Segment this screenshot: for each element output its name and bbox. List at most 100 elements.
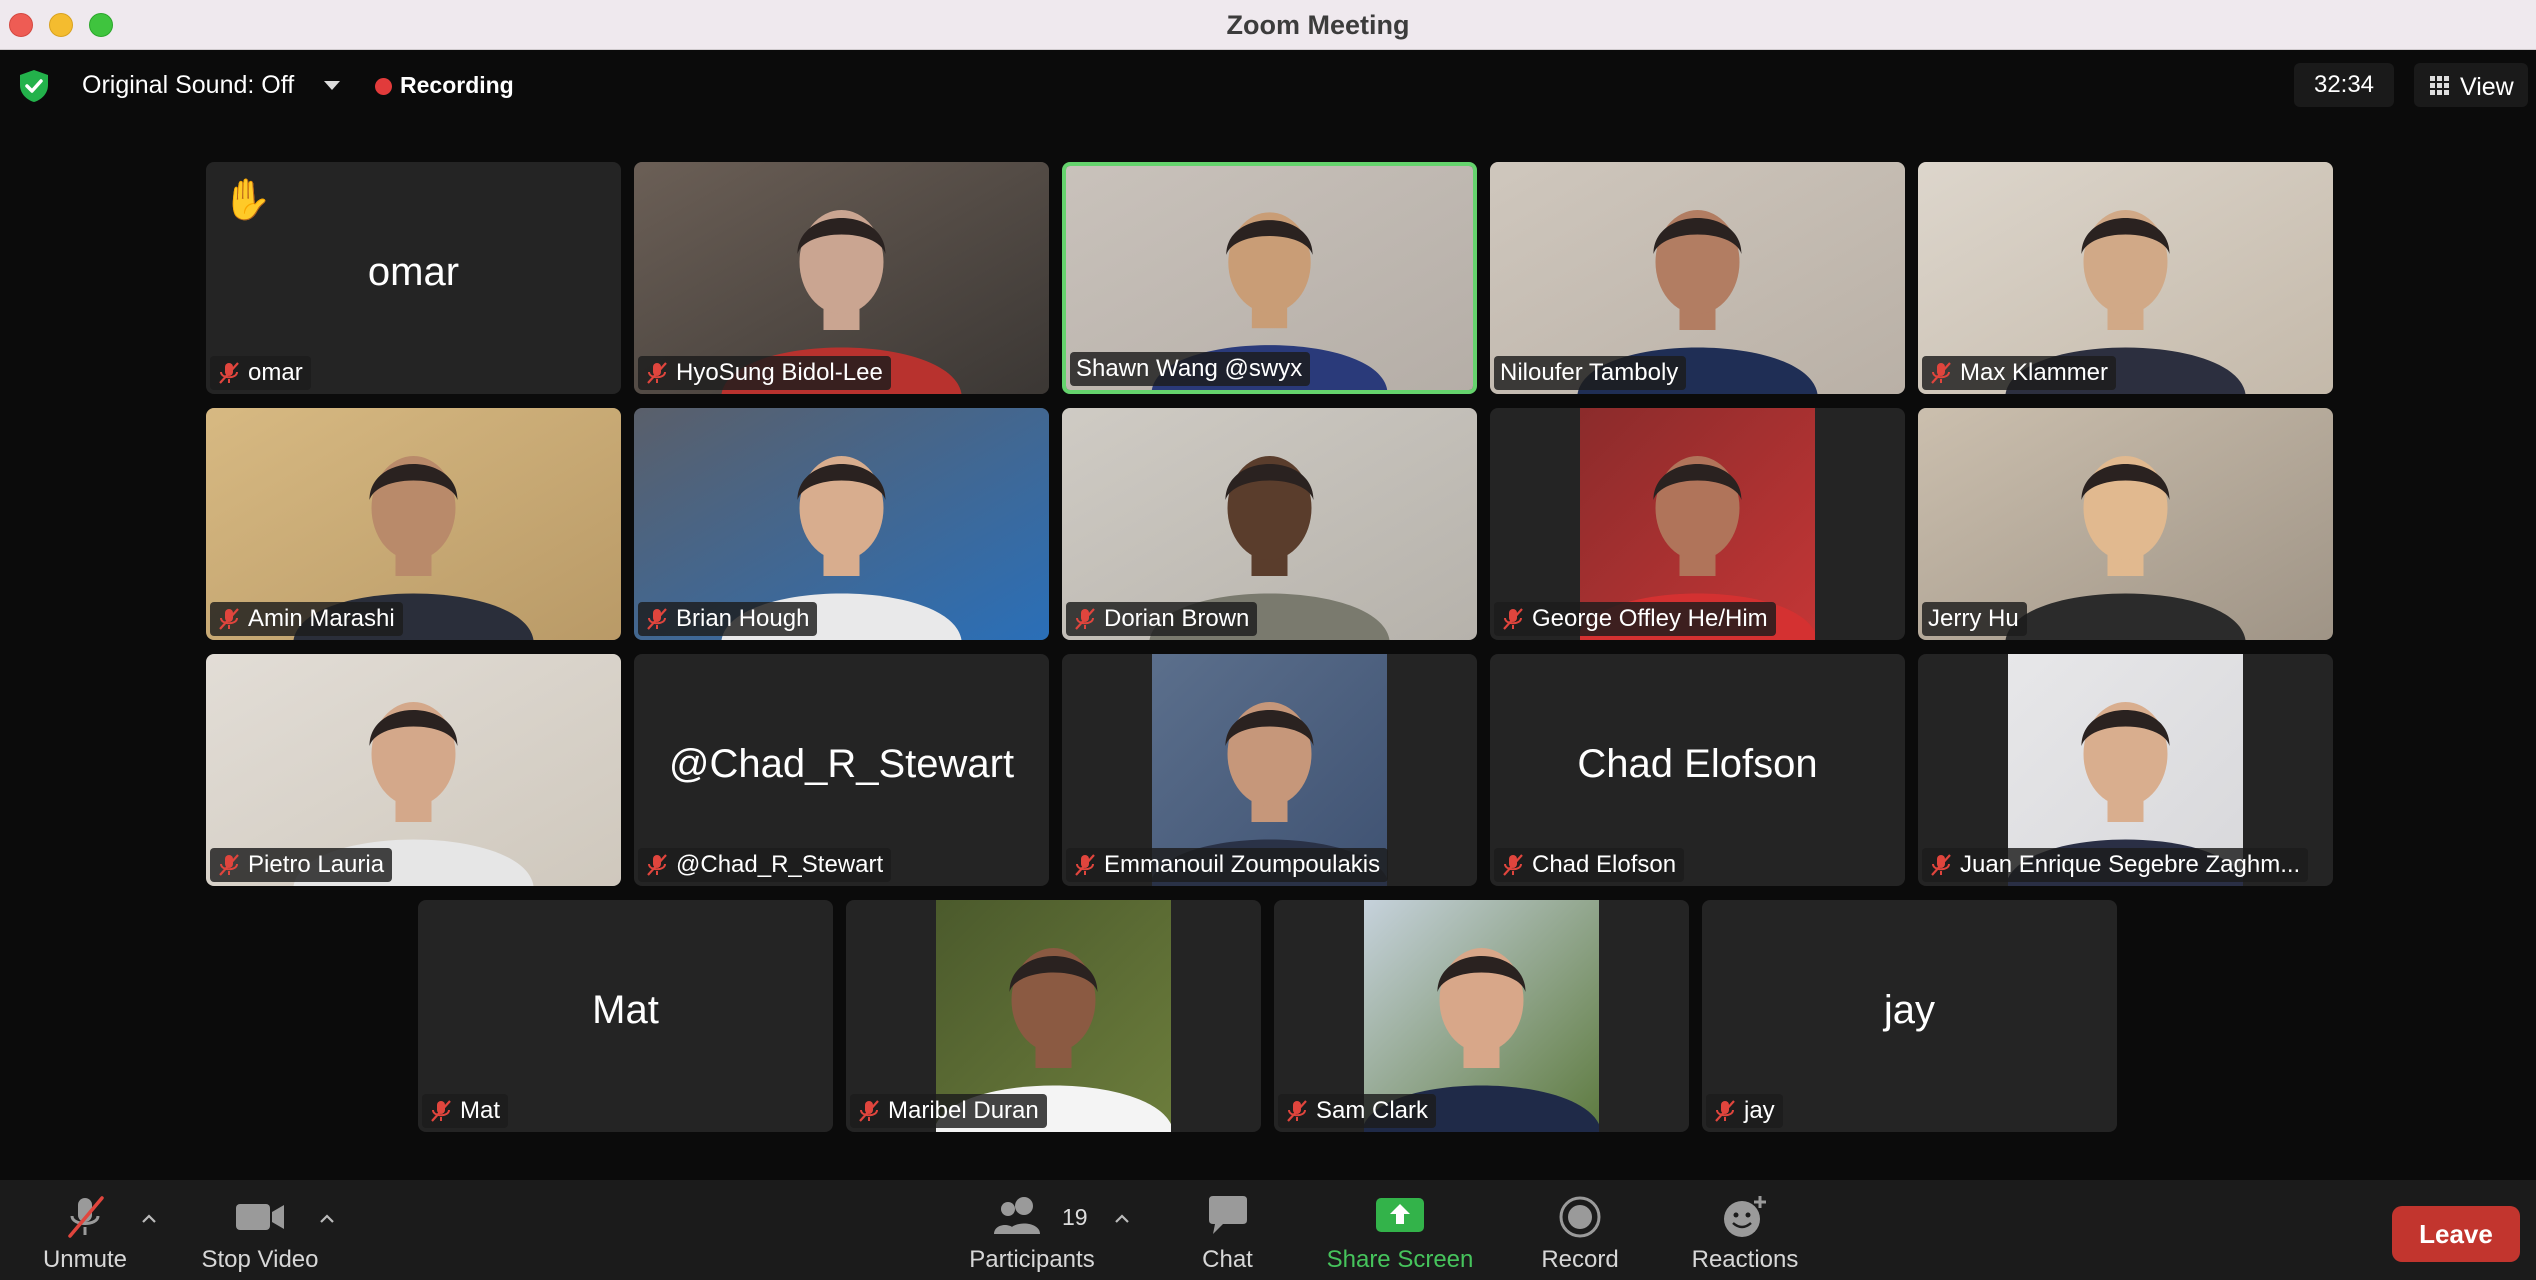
participant-nameplate: HyoSung Bidol-Lee xyxy=(638,356,891,390)
participant-tile[interactable]: Niloufer Tamboly xyxy=(1490,162,1905,394)
participants-label: Participants xyxy=(969,1246,1095,1273)
raised-hand-icon: ✋ xyxy=(222,178,272,222)
participant-tile[interactable]: Sam Clark xyxy=(1274,900,1689,1132)
participant-tile[interactable]: Dorian Brown xyxy=(1062,408,1477,640)
participant-tile[interactable]: Max Klammer xyxy=(1918,162,2333,394)
participant-name: @Chad_R_Stewart xyxy=(676,851,884,878)
participant-nameplate: Pietro Lauria xyxy=(210,848,393,882)
share-screen-icon xyxy=(1376,1198,1424,1232)
unmute-button[interactable]: Unmute xyxy=(30,1180,140,1280)
participant-nameplate: Brian Hough xyxy=(638,602,818,636)
recording-status[interactable]: Recording xyxy=(400,72,514,99)
participant-nameplate: jay xyxy=(1706,1094,1783,1128)
video-options-caret-icon[interactable] xyxy=(318,1210,336,1228)
stop-video-label: Stop Video xyxy=(201,1246,319,1273)
muted-microphone-icon xyxy=(219,854,239,876)
audio-options-caret-icon[interactable] xyxy=(140,1210,158,1228)
participant-name: Shawn Wang @swyx xyxy=(1076,355,1303,382)
participant-name: George Offley He/Him xyxy=(1532,605,1768,632)
muted-microphone-icon xyxy=(647,854,667,876)
participant-nameplate: Niloufer Tamboly xyxy=(1494,356,1687,390)
participant-nameplate: Sam Clark xyxy=(1278,1094,1437,1128)
participant-tile[interactable]: Juan Enrique Segebre Zaghm... xyxy=(1918,654,2333,886)
participant-name: Chad Elofson xyxy=(1532,851,1677,878)
muted-microphone-icon xyxy=(431,1100,451,1122)
participant-tile[interactable]: Pietro Lauria xyxy=(206,654,621,886)
record-button[interactable]: Record xyxy=(1525,1180,1635,1280)
participant-nameplate: Shawn Wang @swyx xyxy=(1070,352,1311,386)
participant-name: Maribel Duran xyxy=(888,1097,1039,1124)
muted-microphone-icon xyxy=(1931,854,1951,876)
participant-nameplate: omar xyxy=(210,356,311,390)
participant-nameplate: Amin Marashi xyxy=(210,602,403,636)
reactions-smiley-icon xyxy=(1724,1196,1766,1237)
share-screen-button[interactable]: Share Screen xyxy=(1320,1180,1480,1280)
muted-microphone-icon xyxy=(1931,362,1951,384)
stop-video-button[interactable]: Stop Video xyxy=(190,1180,330,1280)
participant-tile[interactable]: Maribel Duran xyxy=(846,900,1261,1132)
participant-tile[interactable]: Amin Marashi xyxy=(206,408,621,640)
encryption-shield-icon[interactable] xyxy=(16,68,52,104)
participant-nameplate: Dorian Brown xyxy=(1066,602,1258,636)
record-label: Record xyxy=(1541,1246,1619,1273)
participant-tile[interactable]: jay jay xyxy=(1702,900,2117,1132)
meeting-topbar: Original Sound: Off Recording 32:34 View xyxy=(0,51,2536,123)
participant-nameplate: @Chad_R_Stewart xyxy=(638,848,892,882)
original-sound-toggle[interactable]: Original Sound: Off xyxy=(82,71,294,100)
participant-tile[interactable]: Emmanouil Zoumpoulakis xyxy=(1062,654,1477,886)
unmute-label: Unmute xyxy=(42,1246,128,1273)
participant-nameplate: Jerry Hu xyxy=(1922,602,2027,636)
participant-tile[interactable]: George Offley He/Him xyxy=(1490,408,1905,640)
window-title: Zoom Meeting xyxy=(1226,10,1410,40)
participant-display-name: Mat xyxy=(592,988,659,1032)
participant-nameplate: Emmanouil Zoumpoulakis xyxy=(1066,848,1389,882)
view-button[interactable]: View xyxy=(2414,63,2528,107)
participant-tile[interactable]: HyoSung Bidol-Lee xyxy=(634,162,1049,394)
reactions-label: Reactions xyxy=(1691,1246,1799,1273)
participant-name: Pietro Lauria xyxy=(248,851,385,878)
participant-tile[interactable]: Shawn Wang @swyx xyxy=(1062,162,1477,394)
muted-microphone-icon xyxy=(647,362,667,384)
leave-button[interactable]: Leave xyxy=(2392,1206,2520,1262)
window-titlebar: Zoom Meeting xyxy=(0,0,2536,50)
participant-tile[interactable]: Jerry Hu xyxy=(1918,408,2333,640)
muted-microphone-icon xyxy=(647,608,667,630)
meeting-timer: 32:34 xyxy=(2294,63,2394,107)
participant-nameplate: Juan Enrique Segebre Zaghm... xyxy=(1922,848,2309,882)
participant-tile[interactable]: Chad Elofson Chad Elofson xyxy=(1490,654,1905,886)
participant-display-name: @Chad_R_Stewart xyxy=(668,742,1015,786)
participant-name: HyoSung Bidol-Lee xyxy=(676,359,883,386)
reactions-button[interactable]: Reactions xyxy=(1680,1180,1810,1280)
participant-count: 19 xyxy=(1062,1204,1088,1230)
share-screen-label: Share Screen xyxy=(1326,1246,1474,1273)
grid-view-icon xyxy=(2430,76,2450,96)
participants-button[interactable]: 19 Participants xyxy=(952,1180,1112,1280)
chat-button[interactable]: Chat xyxy=(1180,1180,1275,1280)
muted-microphone-icon xyxy=(1503,608,1523,630)
muted-microphone-icon xyxy=(1075,608,1095,630)
original-sound-dropdown-icon[interactable] xyxy=(324,81,340,90)
participant-name: Jerry Hu xyxy=(1928,605,2019,632)
participant-name: Niloufer Tamboly xyxy=(1500,359,1679,386)
participant-nameplate: Chad Elofson xyxy=(1494,848,1685,882)
participant-name: Brian Hough xyxy=(676,605,810,632)
participant-tile[interactable]: omar ✋ omar xyxy=(206,162,621,394)
muted-microphone-icon xyxy=(859,1100,879,1122)
participant-tile[interactable]: Mat Mat xyxy=(418,900,833,1132)
participant-tile[interactable]: Brian Hough xyxy=(634,408,1049,640)
participant-name: Juan Enrique Segebre Zaghm... xyxy=(1960,851,2301,878)
video-camera-icon xyxy=(236,1204,284,1230)
participants-options-caret-icon[interactable] xyxy=(1113,1210,1131,1228)
participant-display-name: Chad Elofson xyxy=(1577,742,1818,786)
chat-bubble-icon xyxy=(1208,1196,1247,1234)
muted-microphone-icon xyxy=(1287,1100,1307,1122)
participant-nameplate: Maribel Duran xyxy=(850,1094,1047,1128)
participant-name: Mat xyxy=(460,1097,501,1124)
participant-display-name: jay xyxy=(1883,988,1936,1032)
participant-name: Max Klammer xyxy=(1960,359,2109,386)
participant-nameplate: Mat xyxy=(422,1094,509,1128)
muted-microphone-icon xyxy=(68,1196,104,1238)
participant-nameplate: Max Klammer xyxy=(1922,356,2117,390)
participant-name: Dorian Brown xyxy=(1104,605,1250,632)
participant-tile[interactable]: @Chad_R_Stewart @Chad_R_Stewart xyxy=(634,654,1049,886)
